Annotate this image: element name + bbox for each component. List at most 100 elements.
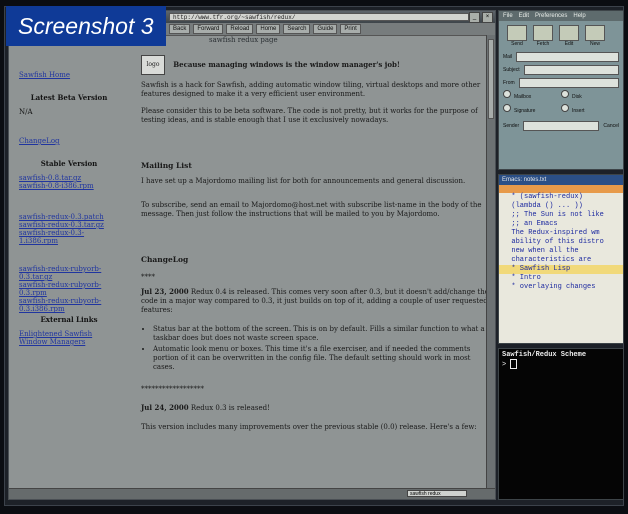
entry-date: Jul 24, 2000	[141, 403, 189, 412]
radio-icon[interactable]	[561, 104, 569, 112]
sidebar-download-link[interactable]: sawfish-0.8.tar.gz	[19, 174, 119, 182]
sidebar-download-link[interactable]: sawfish-redux-rubyorb-0.3.tar.gz	[19, 265, 119, 281]
mail-toolbar-button[interactable]: Fetch	[533, 25, 553, 47]
sidebar-download-link[interactable]: sawfish-redux-rubyorb-0.3.i386.rpm	[19, 297, 119, 313]
mail-field-input[interactable]	[523, 64, 619, 75]
toolbar-button[interactable]: Forward	[193, 24, 224, 34]
sidebar-link-home[interactable]: Sawfish Home	[19, 71, 119, 79]
sidebar-links-group-b: sawfish-redux-rubyorb-0.3.tar.gz sawfish-…	[19, 265, 119, 313]
mail-menubar: File Edit Preferences Help	[499, 11, 623, 21]
editor-line: The Redux-inspired wm	[503, 229, 600, 237]
toolbar-button[interactable]: Back	[169, 24, 191, 34]
mail-toolbar-button[interactable]: Send	[507, 25, 527, 47]
sender-label: Sender	[503, 122, 520, 129]
mail-menu-item[interactable]: Help	[573, 11, 585, 21]
window-controls: _ ×	[469, 12, 493, 23]
beta-note-paragraph: Please consider this to be beta software…	[141, 107, 478, 124]
sidebar-links-group-a: sawfish-redux-0.3.patch sawfish-redux-0.3…	[19, 213, 119, 245]
intro-title: Because managing windows is the window m…	[173, 60, 400, 69]
mail-toolbar-button[interactable]: New	[585, 25, 605, 47]
changelog-divider: ****	[141, 273, 155, 281]
cancel-button[interactable]: Cancel	[603, 123, 619, 129]
browser-window: http://www.tfr.org/~sawfish/redux/ _ × B…	[8, 10, 496, 500]
toolbar-button[interactable]: Home	[256, 24, 281, 34]
changelog-entry-1: Jul 23, 2000 Redux 0.4 is released. This…	[141, 287, 493, 315]
mail-option[interactable]: Disk	[561, 90, 615, 100]
mail-field-input[interactable]	[516, 51, 619, 62]
terminal-window[interactable]: Sawfish/Redux Scheme >	[498, 348, 624, 500]
mail-option[interactable]: Mailbox	[503, 90, 557, 100]
sender-field[interactable]	[523, 120, 600, 131]
sidebar-download-link[interactable]: sawfish-redux-0.3.patch	[19, 213, 119, 221]
editor-line: * (sawfish-redux)	[503, 193, 583, 201]
editor-buffer[interactable]: * (sawfish-redux) (lambda () ... )) ;; T…	[499, 193, 623, 292]
url-field[interactable]: http://www.tfr.org/~sawfish/redux/	[169, 13, 469, 21]
mail-field-input[interactable]	[518, 77, 619, 88]
mail-field-label: Mail	[503, 53, 513, 60]
toolbar-button[interactable]: Search	[283, 24, 311, 34]
editor-line: ;; an Emacs	[503, 220, 558, 228]
minimize-icon[interactable]: _	[469, 12, 480, 23]
mail-toolbar-label: Fetch	[536, 41, 550, 47]
mail-form-row: From	[503, 77, 619, 88]
changelog-entry-3: This version includes many improvements …	[141, 423, 477, 431]
terminal-title: Sawfish/Redux Scheme	[502, 351, 587, 359]
toolbar-button[interactable]: Guide	[313, 24, 338, 34]
mail-menu-item[interactable]: Edit	[519, 11, 529, 21]
editor-line: ability of this distro	[503, 238, 604, 246]
status-field[interactable]: sawfish redux	[407, 490, 467, 497]
editor-line: * overlaying changes	[503, 283, 596, 291]
sidebar-download-link[interactable]: sawfish-0.8-i386.rpm	[19, 182, 119, 190]
mail-option[interactable]: Signature	[503, 104, 557, 114]
editor-line: * Sawfish Lisp	[499, 265, 623, 274]
browser-statusbar: sawfish redux	[9, 488, 495, 499]
mail-toolbar-label: New	[589, 41, 600, 47]
site-logo: logo	[141, 55, 165, 75]
latest-beta-value: N/A	[19, 108, 33, 116]
mail-option-label: Mailbox	[514, 94, 532, 100]
mail-toolbar-button[interactable]: Edit	[559, 25, 579, 47]
editor-window: Emacs: notes.txt * (sawfish-redux) (lamb…	[498, 174, 624, 344]
sidebar-download-link[interactable]: sawfish-redux-0.3-1.i386.rpm	[19, 229, 119, 245]
intro-paragraph: Sawfish is a hack for Sawfish, adding au…	[141, 81, 481, 98]
browser-scrollbar[interactable]	[486, 35, 495, 489]
editor-line: * Intro	[503, 274, 541, 282]
right-column: File Edit Preferences Help Send Fetch Edit New…	[498, 10, 624, 500]
mailing-list-heading: Mailing List	[141, 161, 192, 170]
terminal-prompt: >	[502, 360, 507, 369]
toolbar-button[interactable]: Reload	[226, 24, 254, 34]
mail-menu-item[interactable]: File	[503, 11, 513, 21]
mail-menu-item[interactable]: Preferences	[535, 11, 567, 21]
mail-toolbar-icon	[507, 25, 527, 41]
mail-option[interactable]: Insert	[561, 104, 615, 114]
sidebar-external-link[interactable]: Enlightened Sawfish	[19, 330, 119, 338]
screenshot-label: Screenshot 3	[6, 6, 166, 46]
sidebar-link-changelog[interactable]: ChangeLog	[19, 137, 119, 145]
editor-title: Emacs: notes.txt	[499, 175, 623, 185]
page-header: sawfish redux page	[209, 36, 278, 44]
page-sidebar: Sawfish Home Latest Beta Version N/A Cha…	[9, 47, 127, 497]
mail-toolbar-label: Edit	[564, 41, 574, 47]
mail-option-label: Signature	[514, 108, 536, 114]
entry-text: Redux 0.4 is released. This comes very s…	[141, 288, 489, 314]
sidebar-external-link[interactable]: Window Managers	[19, 338, 119, 346]
mail-form: Mail Subject From	[499, 51, 623, 88]
mail-window: File Edit Preferences Help Send Fetch Edit New…	[498, 10, 624, 170]
mail-option-label: Insert	[572, 108, 585, 114]
sidebar-download-link[interactable]: sawfish-redux-0.3.tar.gz	[19, 221, 119, 229]
sidebar-download-link[interactable]: sawfish-redux-rubyorb-0.3.rpm	[19, 281, 119, 297]
entry-date: Jul 23, 2000	[141, 287, 189, 296]
scrollbar-thumb[interactable]	[488, 39, 494, 119]
mail-option-label: Disk	[572, 94, 582, 100]
toolbar-button[interactable]: Print	[340, 24, 361, 34]
editor-line: ;; The Sun is not like	[503, 211, 604, 219]
radio-icon[interactable]	[503, 104, 511, 112]
changelog-entry-2: Jul 24, 2000 Redux 0.3 is released!	[141, 403, 493, 413]
mail-toolbar-icon	[585, 25, 605, 41]
subscribe-paragraph: To subscribe, send an email to Majordomo…	[141, 201, 482, 218]
stable-version-heading: Stable Version	[40, 159, 98, 168]
radio-icon[interactable]	[561, 90, 569, 98]
changelog-heading: ChangeLog	[141, 255, 189, 264]
radio-icon[interactable]	[503, 90, 511, 98]
close-icon[interactable]: ×	[482, 12, 493, 23]
